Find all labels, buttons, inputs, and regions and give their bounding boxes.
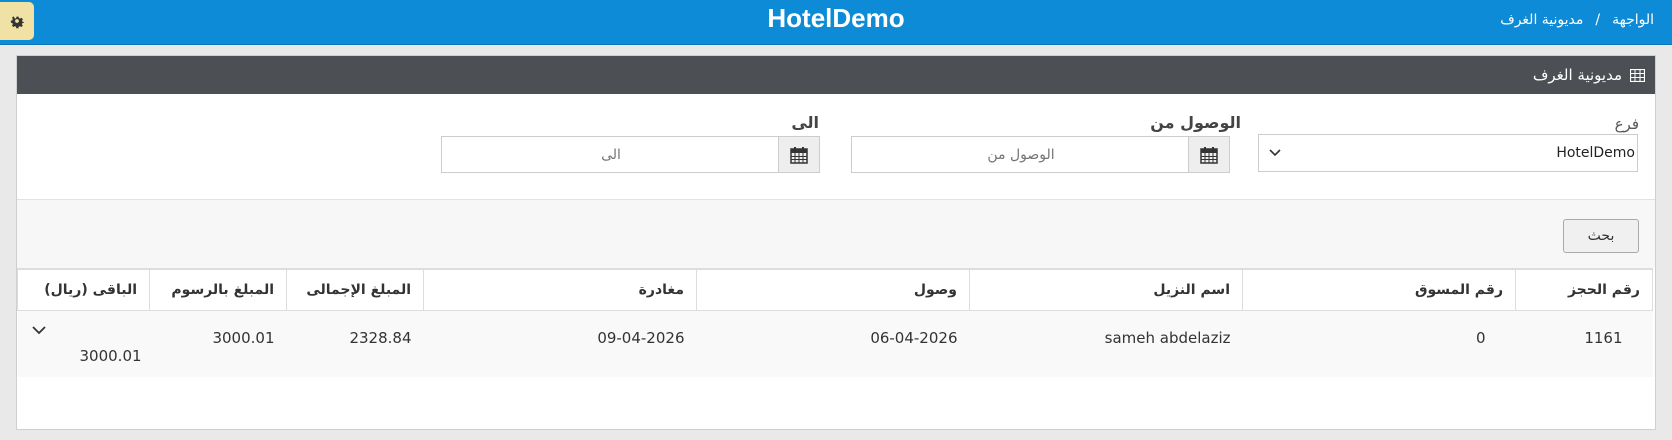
breadcrumb: الواجهة / مديونية الغرف (1500, 12, 1654, 28)
cell-amount-with-fees: 3000.01 (149, 310, 287, 377)
app-title: HotelDemo (767, 3, 905, 33)
calendar-icon (790, 146, 808, 164)
to-date-field (441, 136, 820, 173)
to-date-input[interactable] (442, 137, 780, 172)
branch-select-value: HotelDemo (1556, 145, 1635, 161)
header-remaining[interactable]: الباقى (ريال) (17, 268, 150, 311)
header-marketer-number[interactable]: رقم المسوق (1242, 268, 1516, 311)
header-departure[interactable]: مغادرة (423, 268, 697, 311)
table-row: 1161 0 sameh abdelaziz 06-04-2026 09-04-… (17, 310, 1653, 377)
top-navbar: HotelDemo الواجهة / مديونية الغرف (0, 0, 1672, 45)
panel-header: مديونية الغرف (17, 56, 1655, 94)
breadcrumb-home-link[interactable]: الواجهة (1612, 12, 1654, 28)
header-arrival[interactable]: وصول (696, 268, 970, 311)
chevron-down-icon (1269, 149, 1281, 157)
header-amount-with-fees[interactable]: المبلغ بالرسوم (149, 268, 287, 311)
cell-guest-name: sameh abdelaziz (969, 310, 1243, 377)
cell-booking-number: 1161 (1515, 310, 1653, 377)
cell-remaining-value: 3000.01 (79, 347, 142, 365)
table-header-row: رقم الحجز رقم المسوق اسم النزيل وصول مغا… (17, 268, 1653, 311)
header-total-amount[interactable]: المبلغ الإجمالى (286, 268, 424, 311)
arrival-from-field (851, 136, 1230, 173)
cell-remaining: 3000.01 (17, 310, 150, 377)
arrival-from-calendar-button[interactable] (1188, 137, 1229, 172)
room-debts-panel: مديونية الغرف فرع HotelDemo الوصول من ال… (16, 55, 1656, 430)
breadcrumb-separator: / (1595, 12, 1601, 28)
panel-title: مديونية الغرف (1532, 66, 1622, 84)
to-date-label: الى (791, 113, 819, 132)
branch-label: فرع (1614, 115, 1639, 133)
table-icon (1630, 68, 1645, 82)
arrival-from-input[interactable] (852, 137, 1190, 172)
to-date-calendar-button[interactable] (778, 137, 819, 172)
chevron-down-icon (31, 326, 46, 335)
filters-area: فرع HotelDemo الوصول من الوصول من الى ال… (17, 94, 1655, 199)
expand-row-button[interactable] (31, 321, 46, 339)
calendar-icon (1200, 146, 1218, 164)
cell-departure: 09-04-2026 (423, 310, 697, 377)
room-debts-table: رقم الحجز رقم المسوق اسم النزيل وصول مغا… (17, 268, 1653, 377)
breadcrumb-current: مديونية الغرف (1500, 12, 1584, 28)
cell-marketer-number: 0 (1242, 310, 1516, 377)
header-booking-number[interactable]: رقم الحجز (1515, 268, 1653, 311)
cell-arrival: 06-04-2026 (696, 310, 970, 377)
arrival-from-label: الوصول من (1150, 113, 1241, 132)
search-button[interactable]: بحث (1563, 219, 1639, 253)
search-area: بحث (17, 199, 1655, 268)
cell-total-amount: 2328.84 (286, 310, 424, 377)
branch-select[interactable]: HotelDemo (1258, 134, 1638, 172)
header-guest-name[interactable]: اسم النزيل (969, 268, 1243, 311)
